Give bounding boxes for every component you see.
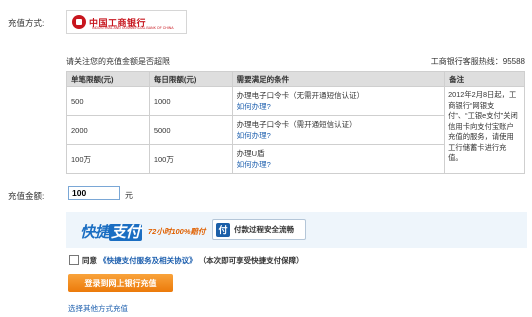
agreement-prefix: 同意 <box>82 256 97 265</box>
table-row: 500 1000 办理电子口令卡（无需开通短信认证） 如何办理? 2012年2月… <box>66 86 525 174</box>
quick-pay-title: 快捷 支付 <box>80 221 143 242</box>
pay-method-label: 充值方式: <box>8 18 45 28</box>
condition-cell: 办理电子口令卡（需开通短信认证） 如何办理? <box>231 115 446 145</box>
how-to-apply-link[interactable]: 如何办理? <box>237 159 440 170</box>
login-bank-button[interactable]: 登录到网上银行充值 <box>68 274 173 292</box>
daily-limit-cell: 1000 <box>148 86 233 116</box>
condition-cell: 办理U盾 如何办理? <box>231 144 446 174</box>
bank-logo-sub: INDUSTRIAL AND COMMERCIAL BANK OF CHINA <box>92 26 174 30</box>
agreement-suffix: （本次即可享受快捷支付保障） <box>198 256 304 265</box>
how-to-apply-link[interactable]: 如何办理? <box>237 101 440 112</box>
limits-table: 单笔限额(元) 每日限额(元) 需要满足的条件 备注 500 1000 办理电子… <box>66 71 525 174</box>
quick-pay-subtitle: 72小时100%赔付 <box>148 227 206 236</box>
header-single-limit: 单笔限额(元) <box>66 71 150 87</box>
limit-notice: 请关注您的充值金额是否超限 <box>66 57 170 66</box>
other-pay-link[interactable]: 选择其他方式充值 <box>68 303 128 314</box>
condition-text: 办理U盾 <box>236 149 265 158</box>
amount-input[interactable] <box>68 186 120 200</box>
quick-pay-banner: 快捷 支付 72小时100%赔付 付 付款过程安全流畅 <box>66 212 527 248</box>
note-cell: 2012年2月8日起，工商银行“网银支付”、“工银e支付”关闭信用卡向支付宝账户… <box>444 86 525 174</box>
bank-hotline: 工商银行客服热线：95588 <box>430 57 525 66</box>
agreement-checkbox[interactable] <box>69 255 79 265</box>
secure-flow-button[interactable]: 付 付款过程安全流畅 <box>212 219 306 240</box>
agreement-text: 同意 《快捷支付服务及相关协议》 （本次即可享受快捷支付保障） <box>82 255 304 266</box>
daily-limit-cell: 5000 <box>148 115 233 145</box>
single-limit-cell: 100万 <box>66 144 150 174</box>
header-note: 备注 <box>444 71 525 87</box>
quick-pay-title-highlight: 支付 <box>109 224 143 241</box>
bank-logo-box: 中国工商银行 INDUSTRIAL AND COMMERCIAL BANK OF… <box>66 10 187 34</box>
single-limit-cell: 2000 <box>66 115 150 145</box>
quick-pay-title-prefix: 快捷 <box>80 224 110 241</box>
daily-limit-cell: 100万 <box>148 144 233 174</box>
table-header-row: 单笔限额(元) 每日限额(元) 需要满足的条件 备注 <box>66 71 525 87</box>
condition-text: 办理电子口令卡（无需开通短信认证） <box>236 91 365 100</box>
header-daily-limit: 每日限额(元) <box>148 71 233 87</box>
condition-cell: 办理电子口令卡（无需开通短信认证） 如何办理? <box>231 86 446 116</box>
amount-label: 充值金额: <box>8 191 45 201</box>
header-condition: 需要满足的条件 <box>231 71 446 87</box>
payment-icon: 付 <box>216 222 230 237</box>
icbc-logo-icon <box>72 15 86 29</box>
how-to-apply-link[interactable]: 如何办理? <box>237 130 440 141</box>
secure-flow-label: 付款过程安全流畅 <box>234 225 294 234</box>
amount-unit: 元 <box>125 191 133 200</box>
agreement-link[interactable]: 《快捷支付服务及相关协议》 <box>99 256 197 265</box>
condition-text: 办理电子口令卡（需开通短信认证） <box>236 120 357 129</box>
single-limit-cell: 500 <box>66 86 150 116</box>
